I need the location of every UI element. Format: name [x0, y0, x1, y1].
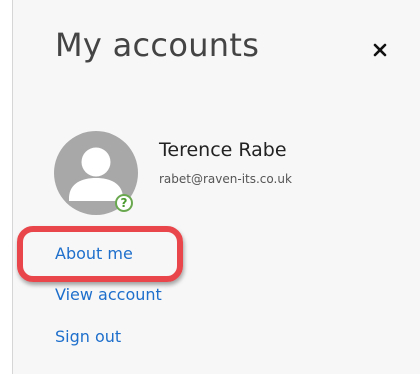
page-title: My accounts — [55, 26, 260, 64]
sign-out-link[interactable]: Sign out — [55, 327, 121, 346]
accounts-panel: My accounts ? Terence Rabe rabet@raven-i… — [12, 0, 420, 374]
close-button[interactable] — [368, 38, 392, 62]
view-account-link[interactable]: View account — [55, 285, 162, 304]
presence-status-badge: ? — [115, 194, 133, 212]
close-icon — [373, 43, 387, 57]
highlight-annotation — [17, 226, 183, 282]
user-email: rabet@raven-its.co.uk — [159, 172, 292, 186]
user-name: Terence Rabe — [159, 139, 287, 161]
